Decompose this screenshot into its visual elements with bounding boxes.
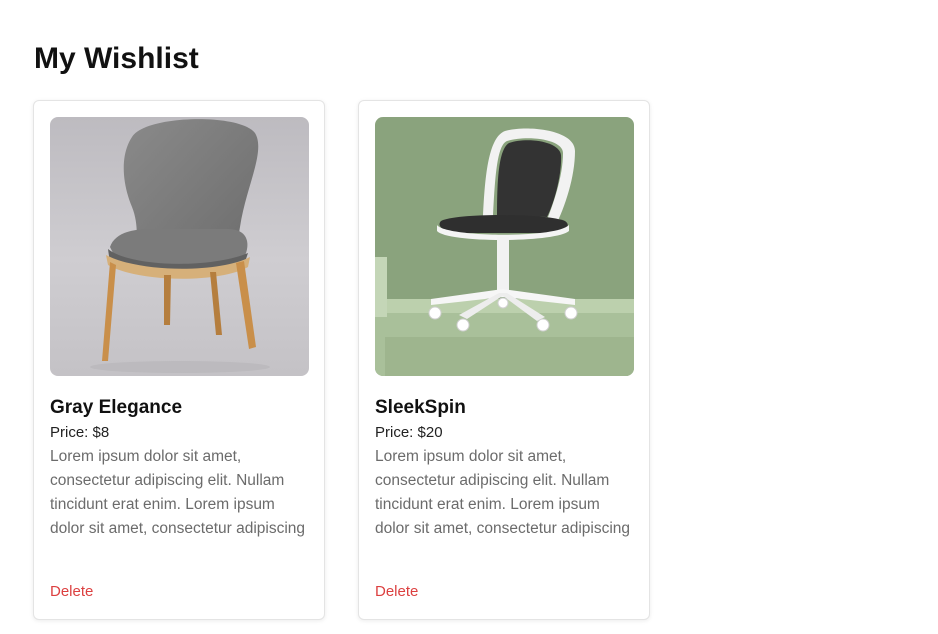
product-image[interactable]	[375, 117, 634, 376]
office-chair-image	[375, 117, 634, 376]
product-description: Lorem ipsum dolor sit amet, consectetur …	[50, 448, 306, 537]
delete-button[interactable]: Delete	[375, 582, 418, 602]
product-image[interactable]	[50, 117, 309, 376]
product-name: SleekSpin	[375, 397, 466, 418]
wishlist-card: Gray Elegance Price: $8 Lorem ipsum dolo…	[33, 100, 325, 620]
wishlist-card: SleekSpin Price: $20 Lorem ipsum dolor s…	[358, 100, 650, 620]
product-price: Price: $20	[375, 424, 443, 441]
page-title: My Wishlist	[34, 42, 199, 75]
wishlist-page: My Wishlist Gray Elegance Price: $8 Lore…	[0, 0, 938, 634]
gray-chair-image	[50, 117, 309, 376]
product-price: Price: $8	[50, 424, 110, 441]
product-name: Gray Elegance	[50, 397, 183, 418]
delete-button[interactable]: Delete	[50, 582, 93, 602]
product-description: Lorem ipsum dolor sit amet, consectetur …	[375, 448, 631, 537]
